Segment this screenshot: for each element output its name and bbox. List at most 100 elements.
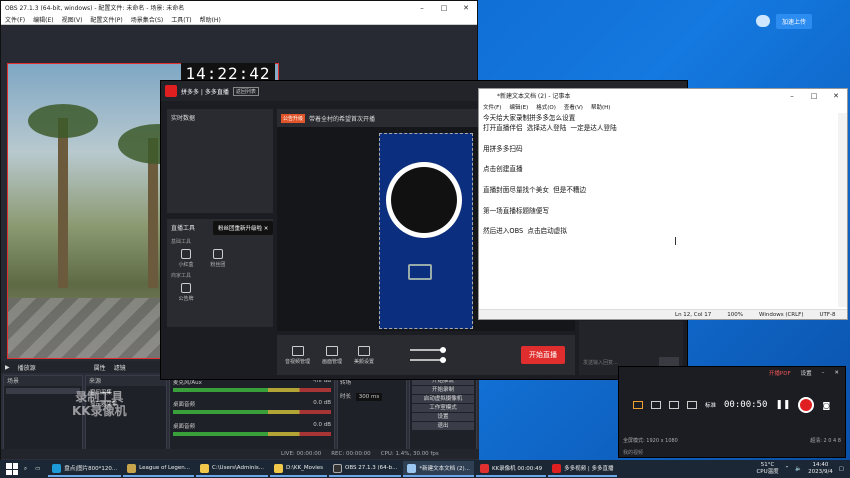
tool-notice-board[interactable]: 公告牌: [171, 283, 201, 302]
taskbar-clock[interactable]: 14:40 2023/9/4: [808, 462, 833, 476]
taskbar-item[interactable]: OBS 27.1.3 (64-b...: [329, 461, 402, 477]
maximize-icon[interactable]: □: [803, 92, 825, 100]
menu-file[interactable]: 文件(F): [483, 103, 501, 111]
mic-volume-slider[interactable]: [410, 347, 447, 353]
speaker-volume-slider[interactable]: [410, 357, 447, 363]
palm-trunk: [58, 118, 68, 288]
menu-help[interactable]: 帮助(H): [200, 15, 221, 24]
magic-wand-icon: [358, 345, 371, 356]
notepad-text-area[interactable]: 今天给大家录制拼多多怎么设置 打开直播伴侣 选择达人登陆 一定是达人登陆 用拼多…: [481, 113, 837, 307]
camera-icon[interactable]: [687, 401, 697, 409]
minimize-icon[interactable]: –: [822, 370, 825, 376]
properties-button[interactable]: 属性: [94, 363, 106, 372]
vertical-scrollbar[interactable]: [838, 113, 847, 307]
taskbar-item-label: *新建文本文档 (2)...: [419, 466, 470, 472]
kk-header: 开播PDF 设置 – ✕: [619, 367, 845, 379]
minimize-icon[interactable]: –: [411, 4, 433, 12]
pause-icon[interactable]: ❚❚: [775, 400, 790, 410]
kk-live-label[interactable]: 开播PDF: [769, 369, 791, 377]
menu-view[interactable]: 查看(V): [564, 103, 583, 111]
camera-snapshot-icon[interactable]: ◙: [822, 401, 830, 410]
start-live-button[interactable]: 开始直播: [521, 346, 565, 364]
maximize-icon[interactable]: □: [433, 4, 455, 12]
menu-profile[interactable]: 配置文件(P): [90, 15, 122, 24]
taskbar-item-label: D:\KK_Movies: [285, 465, 324, 471]
watermark-line: 录制工具: [75, 390, 124, 404]
gamepad-icon[interactable]: [669, 401, 679, 409]
task-view-icon[interactable]: ▭: [35, 466, 40, 472]
menu-file[interactable]: 文件(F): [5, 15, 25, 24]
realtime-data-card: 实时数据: [167, 109, 273, 213]
play-icon[interactable]: ▶: [5, 364, 10, 371]
pdd-title: 拼多多 | 多多直播: [181, 88, 229, 96]
screen-icon[interactable]: [633, 401, 643, 409]
kk-settings[interactable]: 设置: [801, 369, 812, 377]
minimize-icon[interactable]: –: [781, 92, 803, 100]
menu-edit[interactable]: 编辑(E): [509, 103, 528, 111]
menu-format[interactable]: 格式(O): [536, 103, 556, 111]
back-to-list-button[interactable]: 返回列表: [232, 86, 259, 96]
volume-icon[interactable]: 🔈: [795, 466, 802, 472]
mixer-channel: 桌面音频 0.0 dB: [170, 420, 334, 442]
obs-icon: [333, 463, 343, 473]
taskbar-item[interactable]: League of Legen...: [123, 461, 194, 477]
menu-tools[interactable]: 工具(T): [171, 15, 191, 24]
stop-record-button[interactable]: [798, 397, 815, 413]
close-icon[interactable]: ✕: [264, 226, 269, 232]
taskbar-item[interactable]: C:\Users\Adminis...: [196, 461, 268, 477]
av-manage-button[interactable]: 音视频管理: [285, 345, 310, 365]
start-recording-button[interactable]: 开始录制: [412, 386, 474, 394]
studio-mode-button[interactable]: 工作室模式: [412, 404, 474, 412]
search-icon[interactable]: ⌕: [24, 466, 27, 473]
filters-button[interactable]: 滤镜: [114, 363, 126, 372]
cpu-temp: 51°C CPU温度: [756, 462, 778, 476]
controls-panel: 开始推流 开始录制 启动虚拟摄像机 工作室模式 设置 退出: [409, 375, 477, 451]
scene-item[interactable]: [6, 388, 80, 394]
text-line: [483, 154, 837, 164]
taskbar-item[interactable]: 多多视频 | 多多直播: [548, 461, 618, 477]
region-icon[interactable]: [651, 401, 661, 409]
send-button[interactable]: [659, 357, 679, 366]
screen-manage-button[interactable]: 画面管理: [322, 345, 342, 365]
line-ending: Windows (CRLF): [759, 311, 804, 318]
notepad-menubar: 文件(F) 编辑(E) 格式(O) 查看(V) 帮助(H): [479, 102, 847, 112]
exit-button[interactable]: 退出: [412, 422, 474, 430]
tool-label: 公告牌: [178, 296, 194, 302]
notification-icon[interactable]: ▢: [839, 466, 844, 472]
obs-menubar: 文件(F) 编辑(E) 视图(V) 配置文件(P) 场景集合(S) 工具(T) …: [1, 14, 477, 25]
system-tray: 51°C CPU温度 ⌃ 🔈 14:40 2023/9/4 ▢: [756, 462, 850, 476]
menu-help[interactable]: 帮助(H): [591, 103, 610, 111]
close-icon[interactable]: ✕: [834, 370, 839, 376]
settings-button[interactable]: 设置: [412, 413, 474, 421]
camera-off-icon: [408, 264, 432, 280]
taskbar-item[interactable]: KK录像机 00:00:49: [475, 461, 547, 477]
duration-input[interactable]: 300 ms: [355, 393, 383, 401]
tool-red-box[interactable]: 小红盒: [171, 249, 201, 268]
close-icon[interactable]: ✕: [455, 4, 477, 12]
mixer-channel: 桌面音频 0.0 dB: [170, 398, 334, 420]
kk-my-videos[interactable]: 我的视频: [623, 449, 643, 456]
beauty-settings-button[interactable]: 美颜设置: [354, 345, 374, 365]
notepad-window: *新建文本文档 (2) - 记事本 – □ ✕ 文件(F) 编辑(E) 格式(O) …: [478, 88, 848, 320]
menu-scene-collection[interactable]: 场景集合(S): [131, 15, 164, 24]
close-icon[interactable]: ✕: [825, 92, 847, 100]
cloud-upload-widget[interactable]: 加速上传: [756, 10, 842, 32]
tool-fan-club[interactable]: 粉丝团: [203, 249, 233, 268]
chat-input[interactable]: 发送输入回复...: [583, 359, 618, 366]
chevron-up-icon[interactable]: ⌃: [785, 466, 790, 472]
menu-edit[interactable]: 编辑(E): [33, 15, 53, 24]
taskbar-item[interactable]: 盘点|图片800*120...: [48, 461, 122, 477]
menu-view[interactable]: 视图(V): [62, 15, 83, 24]
windows-start-icon[interactable]: [6, 463, 18, 475]
text-line: [483, 195, 837, 205]
taskbar-item[interactable]: *新建文本文档 (2)...: [403, 461, 474, 477]
live-stream-preview[interactable]: [379, 133, 473, 329]
tool-label: 小红盒: [178, 262, 194, 268]
pdd-bottom-toolbar: 音视频管理 画面管理 美颜设置 开始直播: [277, 335, 575, 375]
accelerate-upload-button[interactable]: 加速上传: [776, 13, 813, 29]
text-line: 第一场直播标题随便写: [483, 206, 549, 215]
folder-icon: [273, 463, 283, 473]
start-virtual-camera-button[interactable]: 启动虚拟摄像机: [412, 395, 474, 403]
taskbar-item[interactable]: D:\KK_Movies: [269, 461, 328, 477]
clock-date: 2023/9/4: [808, 469, 833, 475]
